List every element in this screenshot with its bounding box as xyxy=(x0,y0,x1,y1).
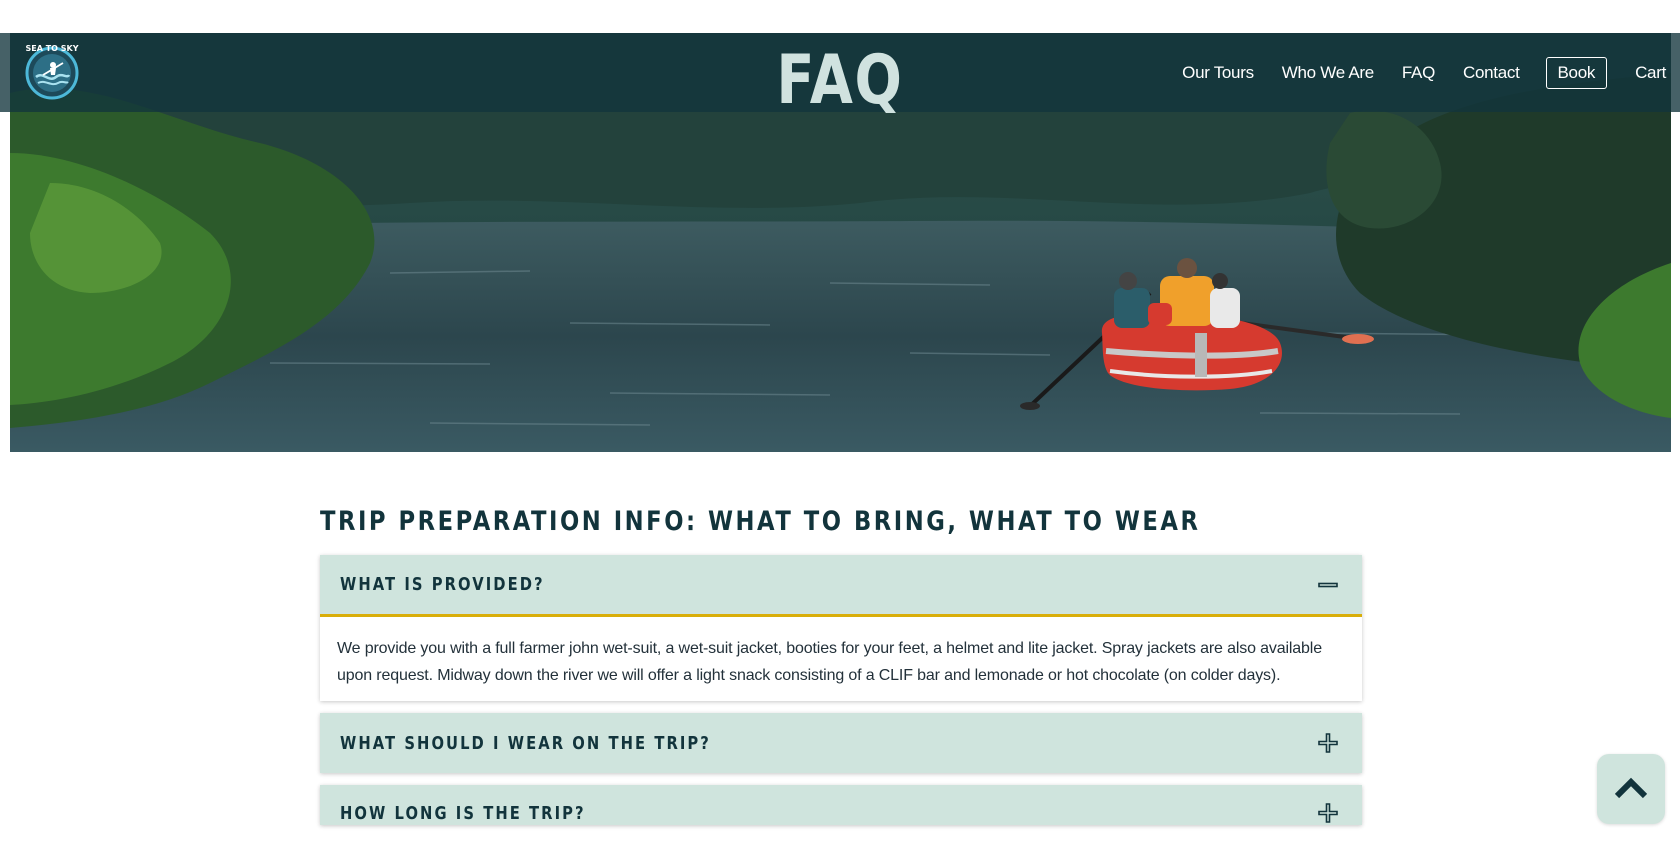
plus-icon[interactable] xyxy=(1318,803,1338,823)
faq-question: WHAT IS PROVIDED? xyxy=(340,574,545,595)
plus-icon[interactable] xyxy=(1318,733,1338,753)
sea-to-sky-logo[interactable]: SEA TO SKY xyxy=(23,39,81,101)
faq-question-header[interactable]: WHAT SHOULD I WEAR ON THE TRIP? xyxy=(320,713,1362,773)
page-title: FAQ xyxy=(776,41,904,120)
scroll-to-top-button[interactable] xyxy=(1597,754,1665,824)
section-heading: TRIP PREPARATION INFO: WHAT TO BRING, WH… xyxy=(320,506,1201,537)
faq-item: HOW LONG IS THE TRIP? xyxy=(320,785,1362,825)
faq-question: WHAT SHOULD I WEAR ON THE TRIP? xyxy=(340,732,711,754)
logo-text: SEA TO SKY xyxy=(26,44,79,53)
faq-answer: We provide you with a full farmer john w… xyxy=(337,640,1322,684)
faq-question: HOW LONG IS THE TRIP? xyxy=(340,802,586,824)
faq-question-header[interactable]: HOW LONG IS THE TRIP? xyxy=(320,785,1362,825)
faq-section: TRIP PREPARATION INFO: WHAT TO BRING, WH… xyxy=(320,505,1362,837)
minus-icon[interactable] xyxy=(1318,575,1338,595)
book-button[interactable]: Book xyxy=(1545,56,1608,89)
cart-link[interactable]: Cart xyxy=(1635,63,1666,83)
chevron-up-icon xyxy=(1615,777,1647,799)
faq-question-header[interactable]: WHAT IS PROVIDED? xyxy=(320,555,1362,617)
faq-item: WHAT SHOULD I WEAR ON THE TRIP? xyxy=(320,713,1362,773)
faq-item: WHAT IS PROVIDED? We provide you with a … xyxy=(320,555,1362,701)
